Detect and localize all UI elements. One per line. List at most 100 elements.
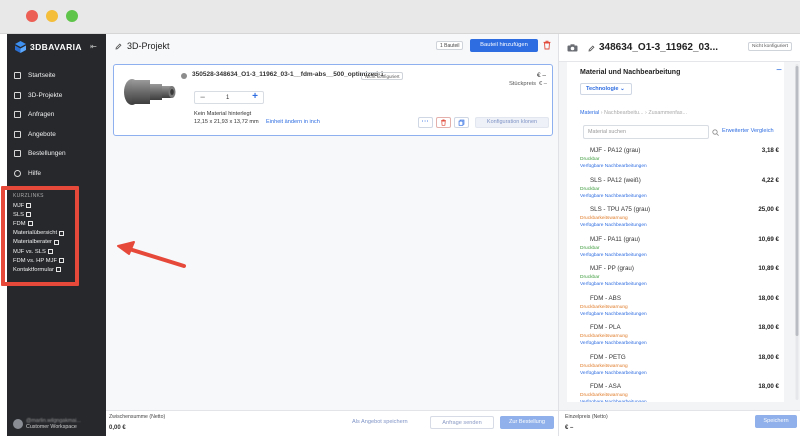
decrease-quantity-button[interactable]: −	[200, 92, 205, 103]
zoom-window-button[interactable]	[66, 10, 78, 22]
material-name: SLS - TPU A75 (grau)	[590, 206, 651, 213]
user-info: @marlin.wilgngakmai... Customer Workspac…	[26, 418, 100, 430]
nav-angebote[interactable]: Angebote	[13, 125, 101, 145]
trash-icon[interactable]	[542, 40, 552, 50]
post-processing-link[interactable]: Verfügbare Nachbearbeitungen	[580, 312, 647, 317]
nav-label: Anfragen	[28, 111, 55, 119]
post-processing-link[interactable]: Verfügbare Nachbearbeitungen	[580, 223, 647, 228]
chevron-down-icon: ⌄	[620, 86, 625, 92]
post-processing-link[interactable]: Verfügbare Nachbearbeitungen	[580, 164, 647, 169]
material-price: 4,22 €	[761, 176, 779, 184]
avatar	[13, 419, 23, 429]
material-option[interactable]: SLS - TPU A75 (grau) 25,00 € Druckbarkeits…	[580, 205, 782, 235]
nav-label: Hilfe	[28, 169, 42, 177]
material-info: Kein Material hinterlegt	[194, 111, 252, 117]
trash-icon	[441, 119, 446, 126]
material-option[interactable]: MJF - PA11 (grau) 10,69 € Druckbar Verfügba…	[580, 235, 782, 265]
part-name: 350528-348634_O1-3_11962_03-1__fdm-abs__…	[192, 71, 384, 78]
shortlinks-highlight-box	[1, 186, 79, 286]
step-post-processing[interactable]: Nachbearbeitu...	[604, 110, 644, 116]
user-workspace: Customer Workspace	[26, 424, 77, 430]
subtotal-label: Zwischensumme (Netto)	[109, 414, 166, 420]
post-processing-link[interactable]: Verfügbare Nachbearbeitungen	[580, 400, 647, 402]
material-price: 25,00 €	[758, 206, 779, 213]
close-window-button[interactable]	[26, 10, 38, 22]
add-part-button[interactable]: Bauteil hinzufügen	[470, 39, 538, 52]
copy-icon	[458, 119, 465, 126]
collapse-section-icon[interactable]: −	[776, 65, 782, 76]
material-option[interactable]: FDM - ASA 18,00 € Druckbarkeitswarnung Verf…	[580, 382, 782, 402]
project-main: 3D-Projekt 1 Bauteil Bauteil hinzufügen …	[106, 34, 558, 436]
step-summary[interactable]: Zusammenfas...	[648, 110, 687, 116]
part-card[interactable]: 350528-348634_O1-3_11962_03-1__fdm-abs__…	[113, 64, 553, 136]
material-price: 3,18 €	[761, 147, 779, 154]
part-dimensions: 12,15 x 21,93 x 13,72 mm	[194, 119, 259, 125]
material-name: MJF - PP (grau)	[590, 265, 634, 272]
nav-startseite[interactable]: Startseite	[13, 66, 101, 86]
material-option[interactable]: SLS - PA12 (weiß) 4,22 € Druckbar Verfügbar…	[580, 176, 782, 206]
minimize-window-button[interactable]	[46, 10, 58, 22]
material-option[interactable]: FDM - ABS 18,00 € Druckbarkeitswarnung Verf…	[580, 294, 782, 324]
post-processing-link[interactable]: Verfügbare Nachbearbeitungen	[580, 253, 647, 258]
document-icon	[14, 130, 21, 138]
checkout-button[interactable]: Zur Bestellung	[500, 416, 554, 429]
clone-configuration-button[interactable]: Konfiguration klonen	[475, 117, 549, 128]
post-processing-link[interactable]: Verfügbare Nachbearbeitungen	[580, 371, 647, 376]
window-titlebar	[0, 0, 800, 34]
pencil-icon[interactable]	[115, 43, 122, 50]
config-steps-breadcrumb: Material › Nachbearbeitu... › Zusammenfa…	[580, 110, 687, 116]
project-footer: Zwischensumme (Netto) 0,00 € Als Angebot…	[106, 410, 558, 436]
user-menu[interactable]: @marlin.wilgngakmai... Customer Workspac…	[13, 416, 103, 432]
panel-status-badge: Nicht konfiguriert	[748, 42, 792, 51]
material-section: Material und Nachbearbeitung − Technolog…	[567, 62, 784, 402]
material-price: 18,00 €	[758, 294, 779, 302]
post-processing-link[interactable]: Verfügbare Nachbearbeitungen	[580, 282, 647, 287]
save-as-quote-link[interactable]: Als Angebot speichern	[352, 419, 408, 425]
quantity-stepper[interactable]: − 1 +	[194, 91, 264, 104]
unit-price-net-label: Einzelpreis (Netto)	[565, 414, 608, 420]
delete-part-button[interactable]	[436, 117, 451, 128]
main-nav: Startseite 3D-Projekte Anfragen Angebote…	[13, 66, 101, 183]
search-icon	[712, 129, 719, 136]
nav-label: 3D-Projekte	[28, 91, 63, 99]
send-request-button[interactable]: Anfrage senden	[430, 416, 494, 429]
material-price: 10,89 €	[758, 265, 779, 272]
brand-logo[interactable]: 3DBAVARIA	[15, 40, 82, 54]
step-material[interactable]: Material	[580, 110, 599, 116]
printability-status: Druckbar	[580, 157, 600, 162]
nav-hilfe[interactable]: Hilfe	[13, 164, 101, 184]
nav-anfragen[interactable]: Anfragen	[13, 105, 101, 125]
panel-part-title: 348634_O1-3_11962_03...	[599, 42, 718, 53]
material-price: 10,69 €	[758, 235, 779, 243]
post-processing-link[interactable]: Verfügbare Nachbearbeitungen	[580, 194, 647, 199]
part-thumbnail[interactable]	[120, 77, 178, 107]
quantity-value[interactable]: 1	[226, 95, 229, 101]
collapse-sidebar-icon[interactable]: ⇤	[89, 42, 98, 51]
increase-quantity-button[interactable]: +	[252, 91, 258, 103]
material-option[interactable]: FDM - PETG 18,00 € Druckbarkeitswarnung Ver…	[580, 353, 782, 383]
camera-icon[interactable]	[567, 44, 578, 52]
change-unit-link[interactable]: Einheit ändern in inch	[266, 119, 320, 125]
pencil-icon[interactable]	[588, 45, 595, 52]
material-name: MJF - PA11 (grau)	[590, 235, 640, 243]
nav-3d-projekte[interactable]: 3D-Projekte	[13, 86, 101, 106]
section-title: Material und Nachbearbeitung	[580, 69, 681, 76]
subtotal-value: 0,00 €	[109, 425, 126, 431]
material-option[interactable]: MJF - PA12 (grau) 3,18 € Druckbar Verfügbar…	[580, 146, 782, 176]
technology-dropdown[interactable]: Technologie ⌄	[580, 83, 632, 95]
unit-price-label: Stückpreis	[508, 81, 536, 87]
home-icon	[14, 72, 21, 80]
post-processing-link[interactable]: Verfügbare Nachbearbeitungen	[580, 341, 647, 346]
printability-status: Druckbarkeitswarnung	[580, 363, 628, 369]
scrollbar[interactable]	[795, 62, 799, 402]
advanced-compare-link[interactable]: Erweiterter Vergleich	[722, 128, 774, 134]
nav-bestellungen[interactable]: Bestellungen	[13, 144, 101, 164]
material-search-input[interactable]: Material suchen	[583, 125, 709, 139]
material-option[interactable]: MJF - PP (grau) 10,89 € Druckbar Verfügbare…	[580, 264, 782, 294]
more-options-button[interactable]: ···	[418, 117, 433, 128]
save-button[interactable]: Speichern	[755, 415, 797, 428]
material-name: SLS - PA12 (weiß)	[590, 176, 641, 184]
status-dot	[181, 73, 187, 79]
material-option[interactable]: FDM - PLA 18,00 € Druckbarkeitswarnung Verf…	[580, 323, 782, 353]
duplicate-part-button[interactable]	[454, 117, 469, 128]
